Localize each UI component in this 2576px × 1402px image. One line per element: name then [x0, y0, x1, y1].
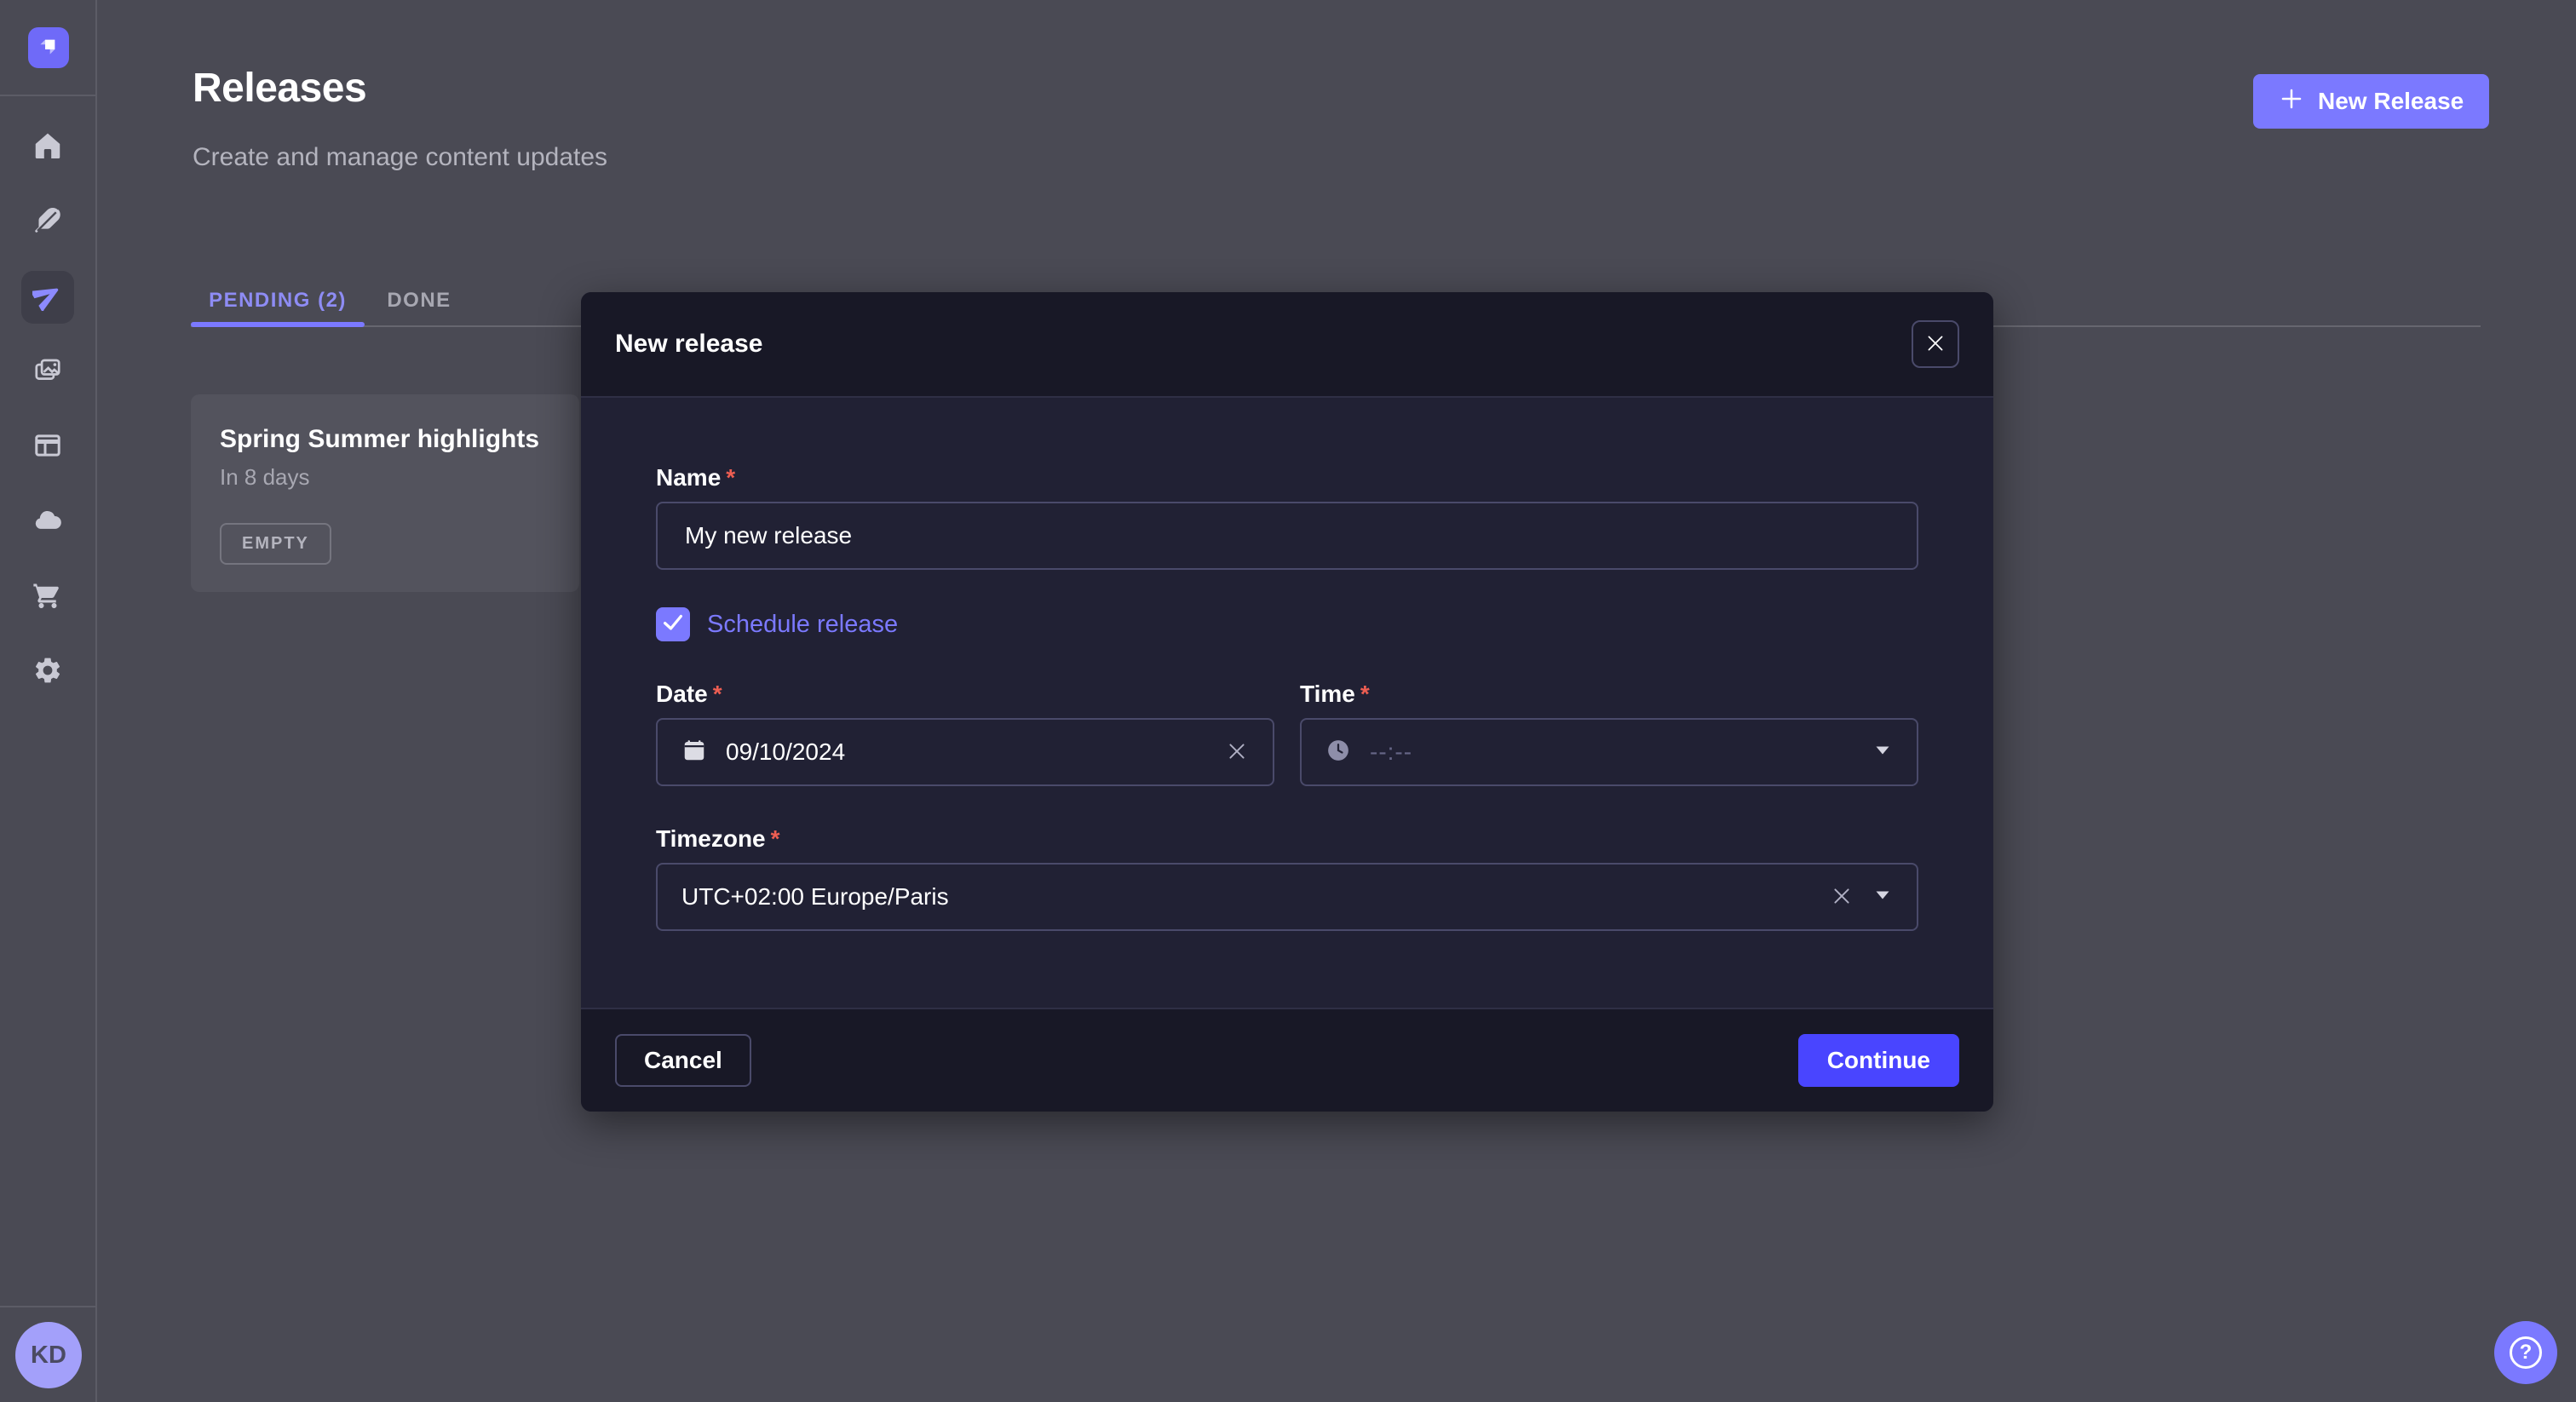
checkbox-checked[interactable]	[656, 607, 690, 641]
timezone-field-group: Timezone* UTC+02:00 Europe/Paris	[656, 825, 1918, 931]
date-label: Date*	[656, 681, 1274, 708]
date-value: 09/10/2024	[726, 738, 845, 766]
continue-button[interactable]: Continue	[1798, 1034, 1959, 1087]
timezone-label: Timezone*	[656, 825, 1918, 853]
required-asterisk: *	[726, 464, 735, 491]
close-button[interactable]	[1912, 320, 1959, 368]
clock-icon	[1325, 738, 1351, 767]
check-icon	[660, 610, 686, 640]
modal-body: Name* Schedule release Date*	[581, 398, 1993, 1008]
name-field-group: Name*	[656, 464, 1918, 570]
calendar-icon	[681, 738, 707, 767]
clear-icon	[1225, 739, 1249, 766]
time-label: Time*	[1300, 681, 1918, 708]
date-field-group: Date* 09/10/2024	[656, 681, 1274, 786]
required-asterisk: *	[771, 825, 780, 853]
date-picker[interactable]: 09/10/2024	[656, 718, 1274, 786]
required-asterisk: *	[1360, 681, 1370, 708]
help-button[interactable]: ?	[2494, 1321, 2557, 1384]
timezone-clear-button[interactable]	[1830, 884, 1854, 911]
time-placeholder: --:--	[1370, 738, 1412, 766]
schedule-release-toggle[interactable]: Schedule release	[656, 607, 1918, 641]
name-input[interactable]	[656, 502, 1918, 570]
required-asterisk: *	[713, 681, 722, 708]
schedule-release-label: Schedule release	[707, 611, 898, 639]
cancel-button[interactable]: Cancel	[615, 1034, 751, 1087]
new-release-modal: New release Name* Schedule release	[581, 292, 1993, 1112]
clear-icon	[1830, 884, 1854, 911]
timezone-value: UTC+02:00 Europe/Paris	[681, 883, 949, 911]
modal-title: New release	[615, 330, 762, 359]
date-time-row: Date* 09/10/2024 Tim	[656, 681, 1918, 786]
date-clear-button[interactable]	[1225, 739, 1249, 766]
close-icon	[1924, 332, 1946, 357]
time-picker[interactable]: --:--	[1300, 718, 1918, 786]
question-mark-icon: ?	[2510, 1336, 2542, 1369]
chevron-down-icon	[1872, 885, 1893, 910]
name-label: Name*	[656, 464, 1918, 491]
modal-footer: Cancel Continue	[581, 1008, 1993, 1112]
timezone-select[interactable]: UTC+02:00 Europe/Paris	[656, 863, 1918, 931]
modal-header: New release	[581, 292, 1993, 398]
chevron-down-icon	[1872, 740, 1893, 765]
time-field-group: Time* --:--	[1300, 681, 1918, 786]
